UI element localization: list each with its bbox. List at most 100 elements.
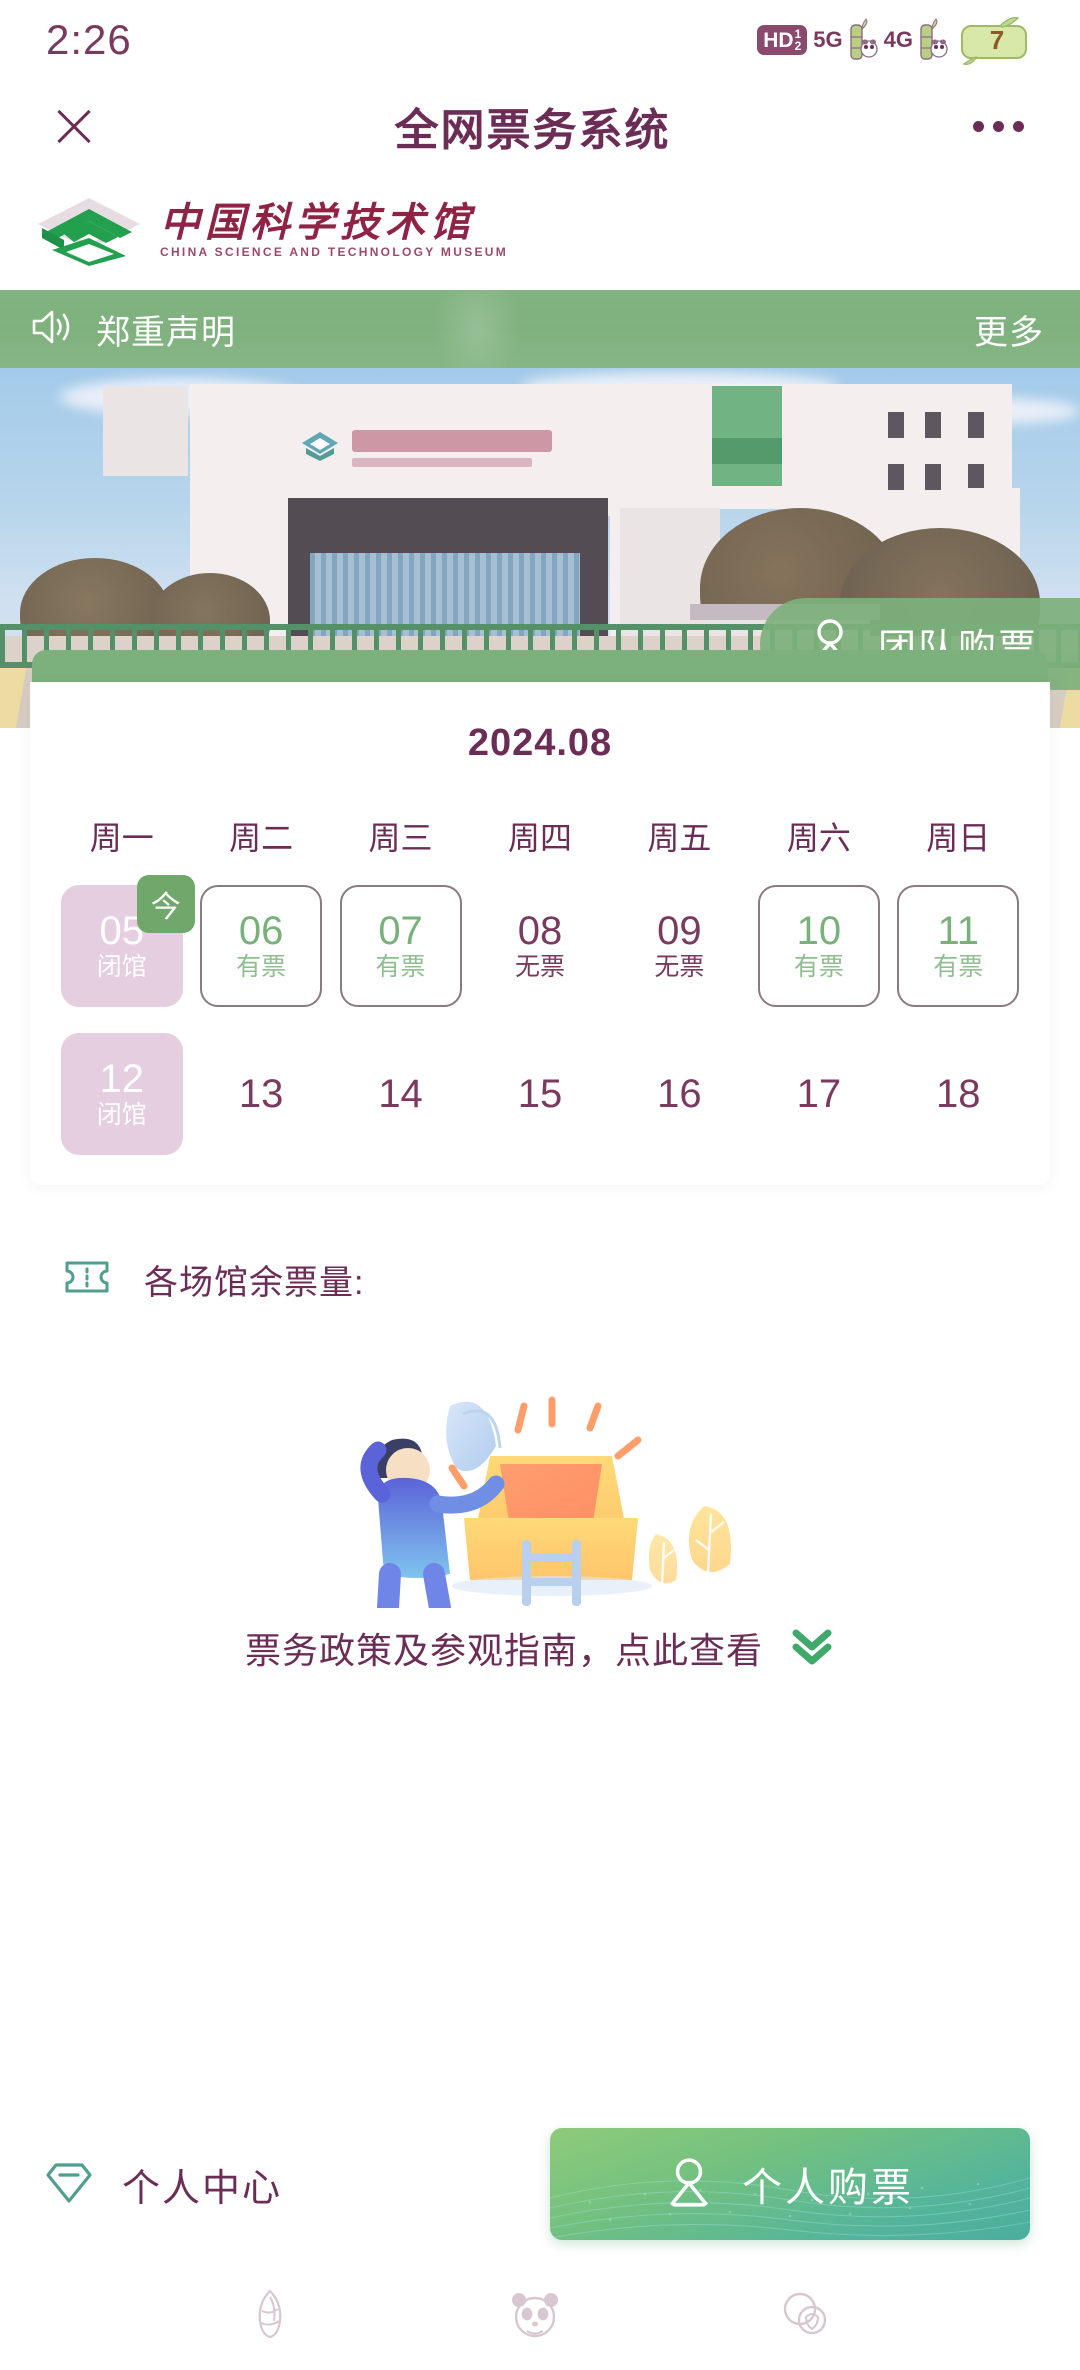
dot-3 (1013, 120, 1024, 132)
day-number: 07 (378, 909, 423, 954)
calendar-day-18[interactable]: 18 (897, 1033, 1019, 1155)
calendar-day-13[interactable]: 13 (200, 1033, 322, 1155)
calendar-cell: 05 闭馆今 (52, 875, 195, 1007)
calendar-cell: 12 闭馆 (52, 1033, 191, 1155)
announcement-bar[interactable]: 郑重声明 更多 (0, 290, 1080, 368)
calendar-day-07[interactable]: 07 有票 (339, 885, 462, 1007)
today-badge: 今 (136, 875, 195, 933)
calendar-cell: 07 有票 (331, 885, 470, 1007)
day-number: 17 (796, 1072, 842, 1116)
panda-face-icon[interactable] (508, 2287, 562, 2344)
buy-ticket-label: 个人购票 (742, 2166, 914, 2210)
empty-box-illustration (360, 1396, 731, 1608)
calendar-day-05[interactable]: 05 闭馆今 (60, 875, 195, 1007)
calendar-day-11[interactable]: 11 有票 (897, 885, 1020, 1007)
announcement-text: 郑重声明 (96, 313, 236, 352)
double-chevron-down-icon (789, 1625, 835, 1672)
day-number: 18 (936, 1072, 981, 1116)
dot-1 (973, 120, 984, 132)
weekday-thu: 周四 (507, 820, 572, 856)
announcement-more-link[interactable]: 更多 (974, 305, 1044, 354)
battery-level: 7 (989, 24, 1005, 55)
calendar-month: 2024.08 (467, 722, 613, 764)
page-title: 全网票务系统 (394, 106, 671, 155)
day-number: 13 (238, 1072, 284, 1116)
calendar-cell: 15 (470, 1033, 609, 1155)
day-status: 有票 (375, 953, 426, 982)
day-number: 09 (657, 909, 702, 954)
signal-4g-group: 4G (884, 17, 948, 63)
day-status: 闭馆 (96, 953, 147, 982)
status-time: 2:26 (46, 16, 132, 63)
day-number: 14 (378, 1072, 423, 1116)
calendar-cell: 09 无票 (610, 885, 749, 1007)
day-number: 06 (238, 909, 284, 954)
day-number: 16 (657, 1072, 702, 1116)
venue-ticket-header: 各场馆余票量: (0, 1185, 1080, 1304)
calendar-week-row-2: 12 闭馆 13 14 15 16 17 18 (52, 1033, 1028, 1155)
status-icons: HD 12 5G 4G 7 (757, 14, 1040, 66)
bottom-nav (0, 2260, 1080, 2370)
nav-bar: 全网票务系统 (0, 80, 1080, 172)
brand-name-cn: 中国科学技术馆 (160, 199, 475, 246)
hd-label: HD (763, 28, 794, 52)
brand-header: 中国科学技术馆 CHINA SCIENCE AND TECHNOLOGY MUS… (0, 172, 1080, 290)
day-number: 08 (517, 909, 563, 954)
signal-bamboo-icon-2 (914, 17, 948, 63)
day-status: 闭馆 (96, 1101, 147, 1130)
two-circles-icon[interactable] (778, 2287, 832, 2344)
calendar-day-15[interactable]: 15 (479, 1033, 601, 1155)
personal-center-label: 个人中心 (122, 2167, 283, 2210)
weekday-fri: 周五 (647, 820, 712, 856)
calendar-section: 2024.08 周一 周二 周三 周四 周五 周六 周日 05 闭馆今 06 有票 07… (0, 650, 1080, 1185)
announcement-content: 郑重声明 (30, 305, 236, 354)
empty-state: 票务政策及参观指南，点此查看 (0, 1304, 1080, 1674)
calendar-cell: 11 有票 (889, 885, 1028, 1007)
calendar-day-06[interactable]: 06 有票 (200, 885, 323, 1007)
calendar-card: 2024.08 周一 周二 周三 周四 周五 周六 周日 05 闭馆今 06 有票 07… (30, 682, 1050, 1185)
ticket-icon (64, 1259, 110, 1300)
signal-5g-group: 5G (813, 17, 878, 63)
day-status: 有票 (236, 953, 287, 982)
signal-bamboo-icon (844, 17, 878, 63)
brand-text: 中国科学技术馆 CHINA SCIENCE AND TECHNOLOGY MUS… (160, 199, 508, 260)
day-number: 11 (937, 909, 980, 954)
bamboo-shoot-icon[interactable] (248, 2287, 292, 2344)
day-status: 无票 (514, 953, 565, 982)
dot-2 (993, 120, 1004, 132)
buy-ticket-button[interactable]: 个人购票 (550, 2128, 1030, 2240)
close-icon[interactable] (46, 98, 102, 154)
calendar-day-17[interactable]: 17 (758, 1033, 880, 1155)
calendar-week-row-1: 05 闭馆今 06 有票 07 有票 08 无票 09 无票 10 有票 11 有票 (52, 875, 1028, 1007)
day-number: 12 (99, 1057, 144, 1102)
day-status: 有票 (793, 953, 844, 982)
speaker-icon (30, 307, 74, 352)
calendar-cell: 16 (610, 1033, 749, 1155)
calendar-day-12[interactable]: 12 闭馆 (60, 1033, 183, 1155)
bottom-action-bar: 个人中心 个人购票 (0, 2128, 1080, 2240)
day-number: 10 (796, 909, 842, 954)
calendar-day-16[interactable]: 16 (618, 1033, 740, 1155)
calendar-cell: 10 有票 (749, 885, 888, 1007)
hd-fraction: 12 (794, 27, 802, 53)
day-number: 15 (517, 1072, 563, 1116)
hd-icon: HD 12 (757, 25, 808, 55)
day-status: 有票 (933, 953, 984, 982)
calendar-cell: 18 (889, 1033, 1028, 1155)
calendar-cell: 13 (191, 1033, 330, 1155)
calendar-cell: 06 有票 (191, 885, 330, 1007)
calendar-cell: 08 无票 (470, 885, 609, 1007)
policy-link[interactable]: 票务政策及参观指南，点此查看 (0, 1608, 1080, 1674)
calendar-day-14[interactable]: 14 (340, 1033, 462, 1155)
weekday-mon: 周一 (89, 820, 154, 856)
network-label-4g: 4G (883, 27, 913, 52)
calendar-day-08[interactable]: 08 无票 (479, 885, 601, 1007)
calendar-day-09[interactable]: 09 无票 (618, 885, 740, 1007)
battery-bamboo-icon: 7 (954, 14, 1040, 66)
personal-center-button[interactable]: 个人中心 (42, 2157, 282, 2212)
calendar-cell: 17 (749, 1033, 888, 1155)
more-options-icon[interactable] (963, 111, 1034, 142)
calendar-day-10[interactable]: 10 有票 (757, 885, 880, 1007)
weekday-tue: 周二 (229, 820, 294, 856)
weekday-wed: 周三 (368, 820, 433, 856)
